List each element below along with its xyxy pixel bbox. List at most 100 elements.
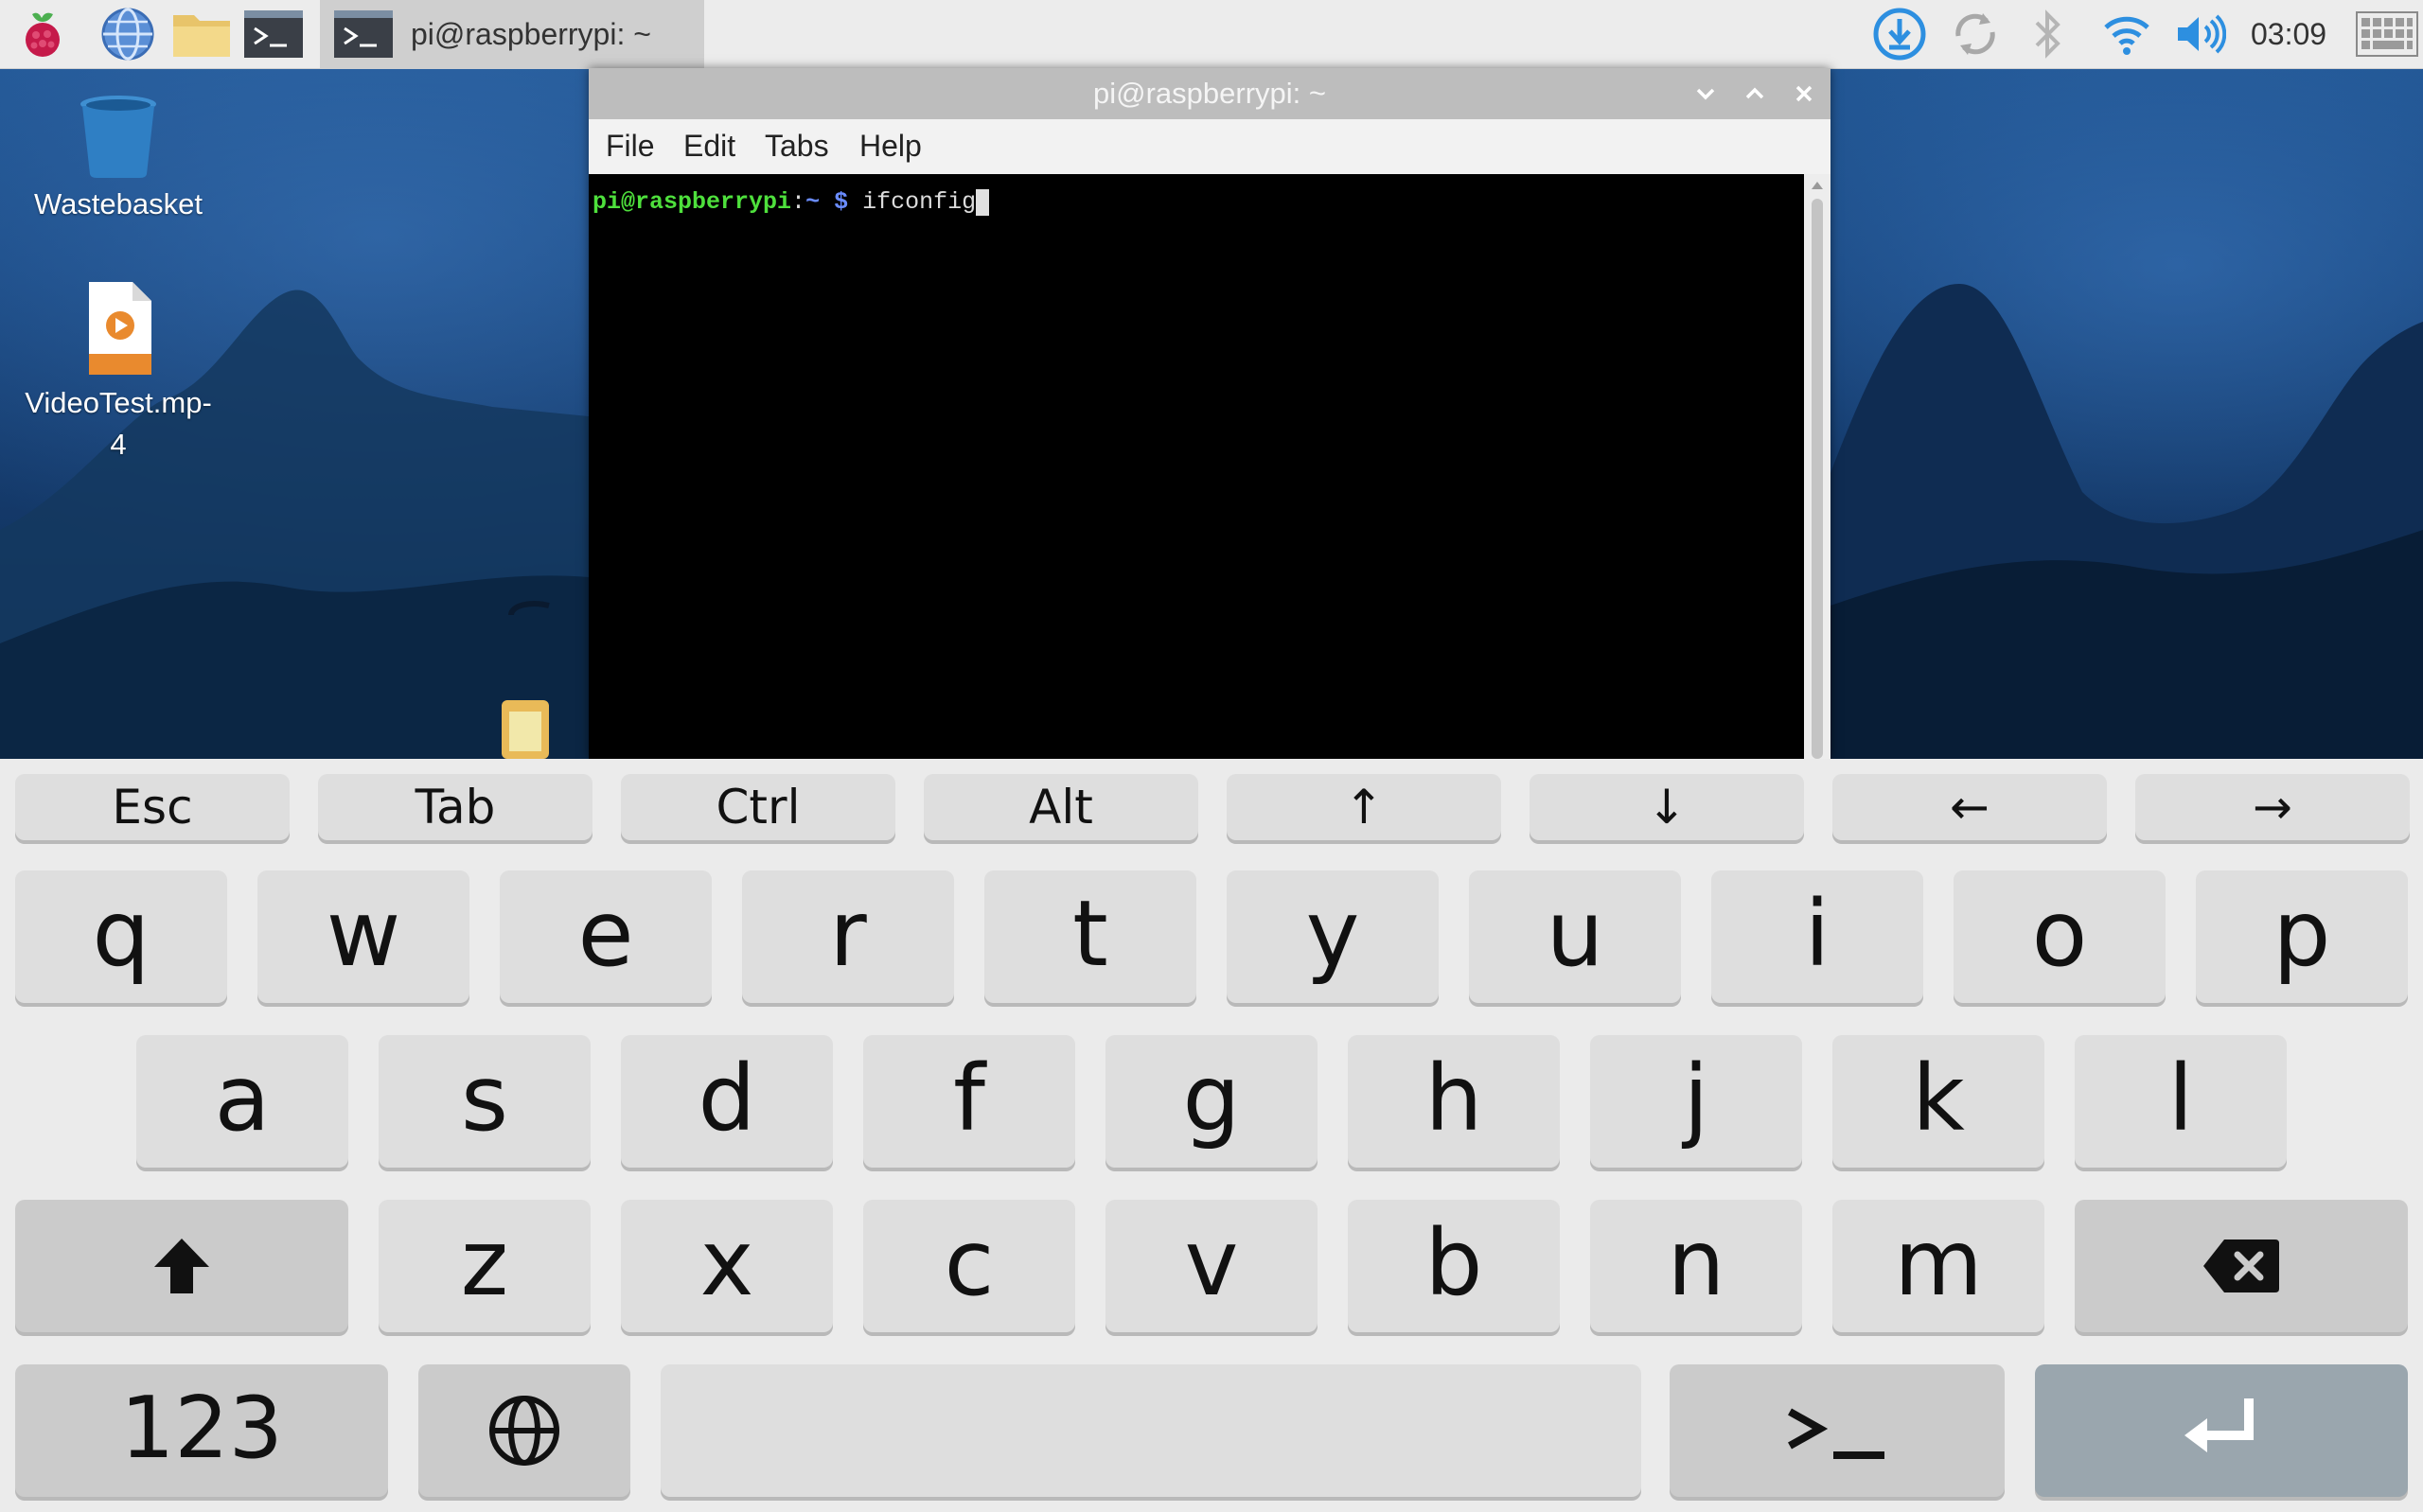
key-arrow-down[interactable]: ↓ bbox=[1530, 774, 1804, 840]
menu-file[interactable]: File bbox=[606, 119, 655, 172]
scrollbar-thumb[interactable] bbox=[1812, 199, 1823, 759]
close-button[interactable] bbox=[1787, 77, 1821, 111]
key-label: p bbox=[2273, 881, 2331, 987]
maximize-button[interactable] bbox=[1738, 77, 1772, 111]
terminal-launcher[interactable] bbox=[240, 6, 307, 62]
desktop-icon-wastebasket[interactable]: Wastebasket bbox=[19, 93, 218, 225]
key-label: v bbox=[1184, 1210, 1239, 1316]
download-icon bbox=[1873, 8, 1926, 61]
key-tab[interactable]: Tab bbox=[318, 774, 592, 840]
bluetooth-icon bbox=[2035, 9, 2060, 59]
key-terminal[interactable] bbox=[1670, 1364, 2005, 1497]
key-o[interactable]: o bbox=[1954, 870, 2166, 1003]
key-z[interactable]: z bbox=[379, 1200, 591, 1332]
key-label: t bbox=[1072, 881, 1108, 987]
key-q[interactable]: q bbox=[15, 870, 227, 1003]
key-language[interactable] bbox=[418, 1364, 630, 1497]
terminal-output[interactable]: pi@raspberrypi:~ $ ifconfig bbox=[589, 174, 1804, 759]
key-s[interactable]: s bbox=[379, 1035, 591, 1168]
key-label: o bbox=[2031, 881, 2088, 987]
key-m[interactable]: m bbox=[1832, 1200, 2044, 1332]
key-label: h bbox=[1424, 1046, 1483, 1152]
key-e[interactable]: e bbox=[500, 870, 712, 1003]
key-h[interactable]: h bbox=[1348, 1035, 1560, 1168]
terminal-scrollbar[interactable] bbox=[1804, 174, 1831, 759]
key-b[interactable]: b bbox=[1348, 1200, 1560, 1332]
key-x[interactable]: x bbox=[621, 1200, 833, 1332]
key-k[interactable]: k bbox=[1832, 1035, 2044, 1168]
key-label: ↓ bbox=[1647, 780, 1687, 835]
key-label: x bbox=[699, 1210, 754, 1316]
desktop-icon-label: Wastebasket bbox=[33, 187, 203, 220]
key-a[interactable]: a bbox=[136, 1035, 348, 1168]
key-c[interactable]: c bbox=[863, 1200, 1075, 1332]
key-label: g bbox=[1182, 1046, 1241, 1152]
key-d[interactable]: d bbox=[621, 1035, 833, 1168]
key-y[interactable]: y bbox=[1227, 870, 1439, 1003]
menu-help[interactable]: Help bbox=[859, 119, 922, 172]
key-label: f bbox=[953, 1046, 985, 1152]
virtual-keyboard-tray-button[interactable] bbox=[2353, 0, 2421, 68]
key-label: ↑ bbox=[1344, 780, 1384, 835]
taskbar-window-terminal[interactable]: pi@raspberrypi: ~ bbox=[320, 0, 704, 68]
volume-tray-button[interactable] bbox=[2169, 0, 2232, 68]
raspberry-menu-button[interactable] bbox=[9, 6, 76, 62]
key-label: m bbox=[1894, 1210, 1983, 1316]
key-u[interactable]: u bbox=[1469, 870, 1681, 1003]
key-p[interactable]: p bbox=[2196, 870, 2408, 1003]
key-space[interactable] bbox=[661, 1364, 1641, 1497]
sync-icon bbox=[1955, 13, 1995, 55]
desktop-icon-videotest[interactable]: VideoTest.mp- 4 bbox=[19, 282, 218, 466]
key-enter[interactable] bbox=[2035, 1364, 2408, 1497]
chevron-down-icon bbox=[1696, 88, 1715, 100]
key-esc[interactable]: Esc bbox=[15, 774, 290, 840]
key-f[interactable]: f bbox=[863, 1035, 1075, 1168]
bluetooth-tray-button[interactable] bbox=[2022, 0, 2075, 68]
key-n[interactable]: n bbox=[1590, 1200, 1802, 1332]
key-arrow-left[interactable]: ← bbox=[1832, 774, 2107, 840]
key-w[interactable]: w bbox=[257, 870, 469, 1003]
key-l[interactable]: l bbox=[2075, 1035, 2287, 1168]
key-label: b bbox=[1424, 1210, 1483, 1316]
wifi-tray-button[interactable] bbox=[2096, 0, 2158, 68]
menu-tabs[interactable]: Tabs bbox=[765, 119, 829, 172]
key-alt[interactable]: Alt bbox=[924, 774, 1198, 840]
text-cursor bbox=[976, 189, 990, 216]
key-arrow-right[interactable]: → bbox=[2135, 774, 2410, 840]
key-g[interactable]: g bbox=[1105, 1035, 1318, 1168]
file-manager-launcher[interactable] bbox=[168, 6, 235, 62]
key-label: Alt bbox=[1029, 780, 1093, 835]
key-shift[interactable] bbox=[15, 1200, 348, 1332]
key-label: l bbox=[2167, 1046, 2194, 1152]
window-titlebar[interactable]: pi@raspberrypi: ~ bbox=[589, 68, 1831, 120]
updater-tray-button[interactable] bbox=[1870, 0, 1929, 68]
terminal-window: pi@raspberrypi: ~ File Edit Tabs Help pi… bbox=[589, 68, 1831, 759]
key-j[interactable]: j bbox=[1590, 1035, 1802, 1168]
web-browser-launcher[interactable] bbox=[95, 6, 161, 62]
terminal-icon bbox=[334, 10, 393, 58]
key-label: i bbox=[1804, 881, 1831, 987]
key-ctrl[interactable]: Ctrl bbox=[621, 774, 895, 840]
taskbar-clock[interactable]: 03:09 bbox=[2251, 0, 2326, 68]
key-t[interactable]: t bbox=[984, 870, 1196, 1003]
key-label: z bbox=[460, 1210, 509, 1316]
desktop-icon-label-line2: 4 bbox=[110, 428, 127, 461]
minimize-button[interactable] bbox=[1689, 77, 1723, 111]
key-label: Ctrl bbox=[716, 780, 801, 835]
key-label: ← bbox=[1950, 780, 1990, 835]
key-v[interactable]: v bbox=[1105, 1200, 1318, 1332]
chevron-up-icon bbox=[1745, 87, 1764, 99]
shift-arrow-icon bbox=[154, 1239, 209, 1293]
sync-tray-button[interactable] bbox=[1946, 0, 2005, 68]
raspberry-icon bbox=[26, 12, 60, 57]
key-arrow-up[interactable]: ↑ bbox=[1227, 774, 1501, 840]
key-backspace[interactable] bbox=[2075, 1200, 2408, 1332]
key-i[interactable]: i bbox=[1711, 870, 1923, 1003]
menu-edit[interactable]: Edit bbox=[683, 119, 735, 172]
key-label: Tab bbox=[415, 780, 496, 835]
key-label: w bbox=[326, 881, 401, 987]
prompt-dollar: $ bbox=[820, 188, 863, 216]
key-numbers[interactable]: 123 bbox=[15, 1364, 388, 1497]
command-line: pi@raspberrypi:~ $ ifconfig bbox=[592, 188, 990, 216]
key-r[interactable]: r bbox=[742, 870, 954, 1003]
